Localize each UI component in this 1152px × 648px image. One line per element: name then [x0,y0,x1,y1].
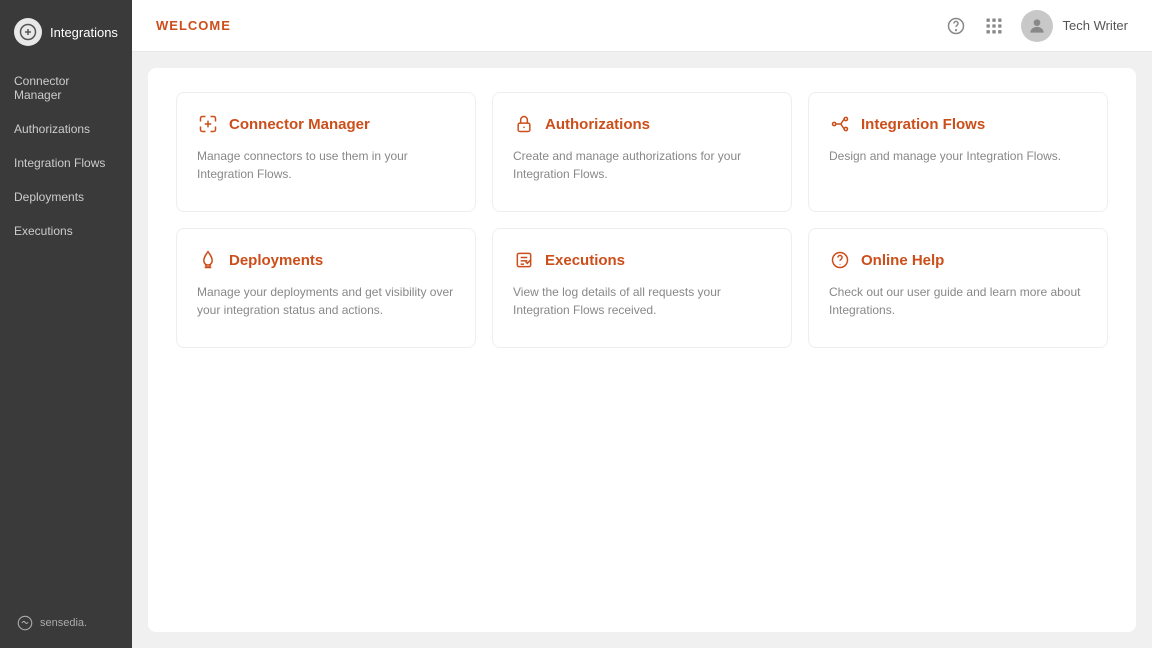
card-integration-flows-header: Integration Flows [829,113,1087,135]
connector-manager-description: Manage connectors to use them in your In… [197,147,455,183]
authorizations-title: Authorizations [545,116,650,133]
header-actions: Tech Writer [945,10,1129,42]
executions-title: Executions [545,252,625,269]
connector-manager-icon [197,113,219,135]
sidebar-logo-text: Integrations [50,25,118,40]
sidebar-item-integration-flows[interactable]: Integration Flows [0,146,132,180]
header-user[interactable]: Tech Writer [1021,10,1129,42]
content-area: Connector Manager Manage connectors to u… [148,68,1136,632]
sensedia-icon [14,612,36,634]
cards-grid: Connector Manager Manage connectors to u… [176,92,1108,348]
main-area: WELCOME [132,0,1152,648]
card-online-help-header: Online Help [829,249,1087,271]
authorizations-description: Create and manage authorizations for you… [513,147,771,183]
card-deployments[interactable]: Deployments Manage your deployments and … [176,228,476,348]
card-integration-flows[interactable]: Integration Flows Design and manage your… [808,92,1108,212]
sidebar-item-deployments[interactable]: Deployments [0,180,132,214]
integration-flows-icon [829,113,851,135]
help-icon[interactable] [945,15,967,37]
sensedia-label: sensedia. [40,617,87,629]
deployments-title: Deployments [229,252,323,269]
sidebar-item-executions[interactable]: Executions [0,214,132,248]
sidebar-nav: Connector Manager Authorizations Integra… [0,64,132,598]
integration-flows-description: Design and manage your Integration Flows… [829,147,1087,165]
sidebar-item-connector-manager[interactable]: Connector Manager [0,64,132,112]
avatar [1021,10,1053,42]
card-authorizations[interactable]: Authorizations Create and manage authori… [492,92,792,212]
grid-icon[interactable] [983,15,1005,37]
sensedia-logo: sensedia. [14,612,118,634]
deployments-icon [197,249,219,271]
card-authorizations-header: Authorizations [513,113,771,135]
card-connector-manager[interactable]: Connector Manager Manage connectors to u… [176,92,476,212]
online-help-title: Online Help [861,252,944,269]
executions-description: View the log details of all requests you… [513,283,771,319]
authorizations-icon [513,113,535,135]
integration-flows-title: Integration Flows [861,116,985,133]
card-online-help[interactable]: Online Help Check out our user guide and… [808,228,1108,348]
username-label: Tech Writer [1063,18,1129,33]
connector-manager-title: Connector Manager [229,116,370,133]
sidebar-item-authorizations[interactable]: Authorizations [0,112,132,146]
deployments-description: Manage your deployments and get visibili… [197,283,455,319]
sidebar: Integrations Connector Manager Authoriza… [0,0,132,648]
card-executions-header: Executions [513,249,771,271]
card-deployments-header: Deployments [197,249,455,271]
executions-icon [513,249,535,271]
online-help-icon [829,249,851,271]
online-help-description: Check out our user guide and learn more … [829,283,1087,319]
header: WELCOME [132,0,1152,52]
page-title: WELCOME [156,18,231,33]
sidebar-logo[interactable]: Integrations [0,0,132,64]
card-connector-manager-header: Connector Manager [197,113,455,135]
sidebar-bottom: sensedia. [0,598,132,648]
integrations-logo-icon [14,18,42,46]
card-executions[interactable]: Executions View the log details of all r… [492,228,792,348]
